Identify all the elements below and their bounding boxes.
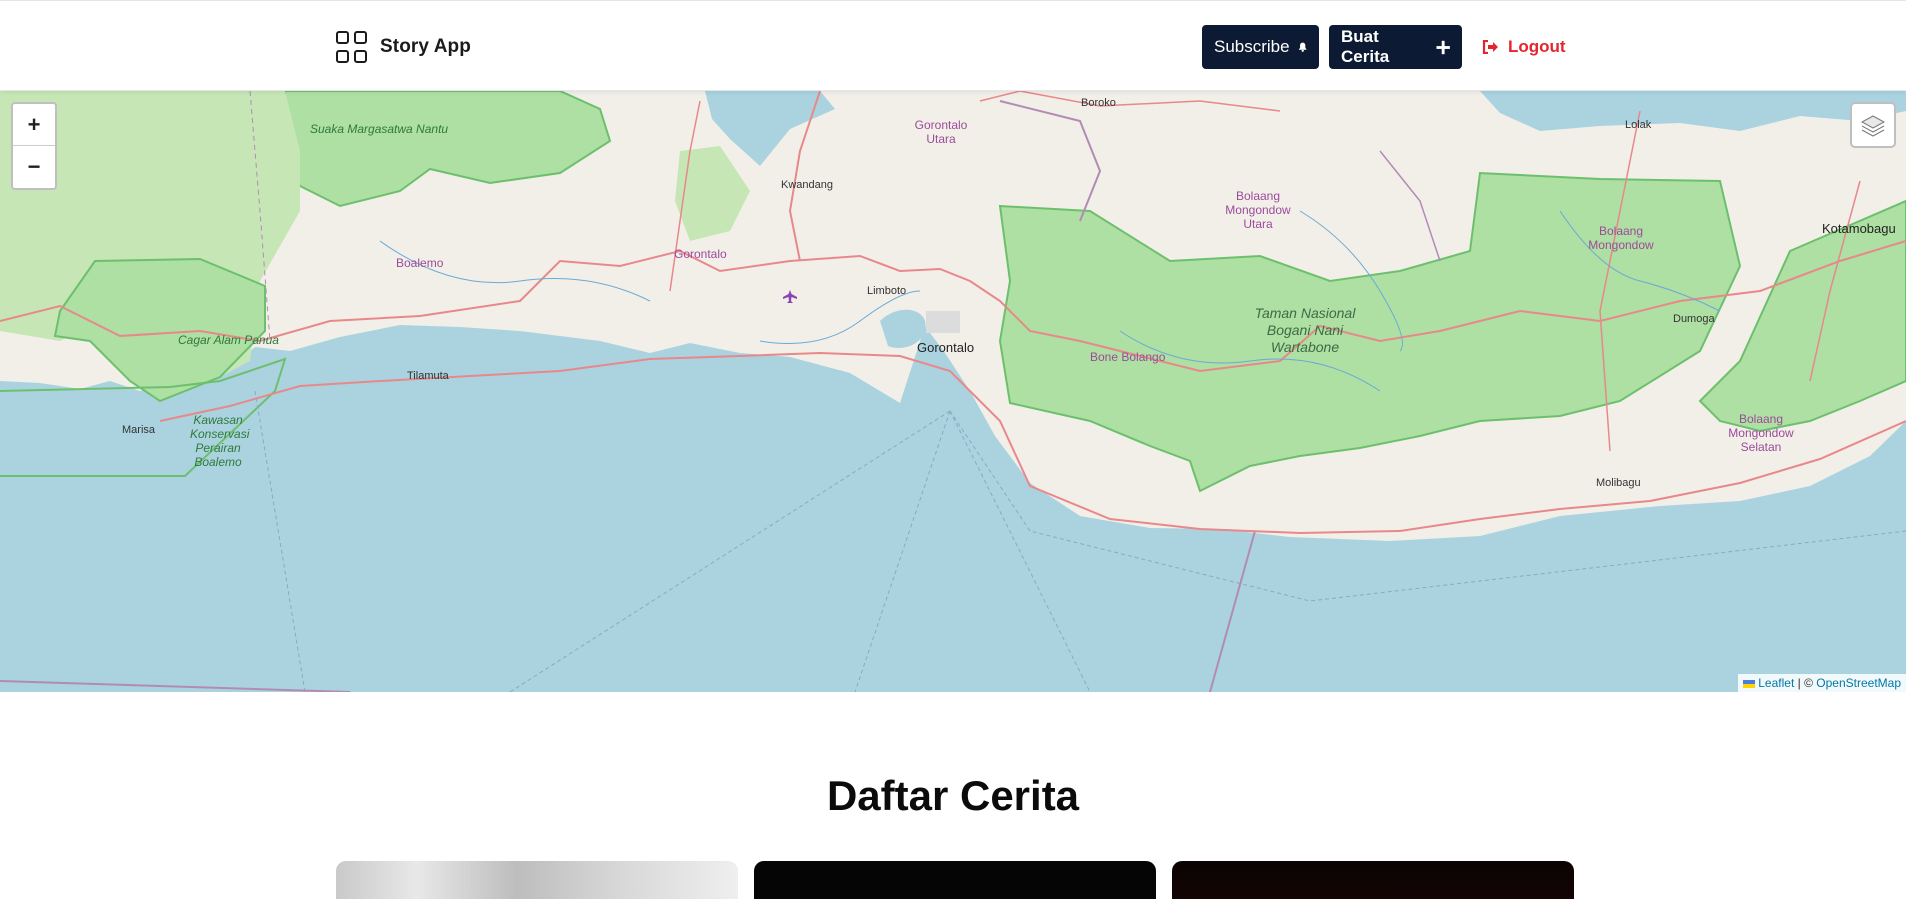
map-label-bolmong: Bolaang Mongondow [1588, 224, 1654, 252]
ukraine-flag-icon [1743, 680, 1756, 688]
map-label-dumoga: Dumoga [1673, 313, 1715, 325]
brand[interactable]: Story App [336, 31, 471, 63]
map-label-boroko: Boroko [1081, 97, 1116, 109]
create-story-button[interactable]: Buat Cerita [1329, 25, 1462, 69]
map-tiles [0, 91, 1906, 692]
map-label-marisa: Marisa [122, 424, 156, 436]
layers-button[interactable] [1850, 102, 1896, 148]
story-list [336, 861, 1574, 899]
map-label-bolmong-selatan: Bolaang Mongondow Selatan [1728, 412, 1794, 454]
subscribe-button[interactable]: Subscribe [1202, 25, 1319, 69]
map-label-tilamuta: Tilamuta [407, 370, 449, 382]
layers-icon [1860, 115, 1886, 137]
story-card-image[interactable] [1172, 861, 1574, 899]
map-label-kwandang: Kwandang [781, 179, 833, 191]
plus-icon [1436, 40, 1450, 54]
attribution-separator: | [1797, 676, 1801, 690]
leaflet-link[interactable]: Leaflet [1758, 676, 1794, 690]
brand-title: Story App [380, 36, 471, 57]
map-label-bolmong-utara: Bolaang Mongondow Utara [1225, 189, 1291, 231]
create-story-label: Buat Cerita [1341, 27, 1390, 66]
bell-icon [1298, 42, 1307, 52]
map-label-gorontalo-region: Gorontalo [674, 247, 727, 261]
map-label-gorontalo-utara: Gorontalo Utara [914, 118, 968, 146]
header-nav: Subscribe Buat Cerita Logout [1202, 25, 1566, 69]
map-label-boalemo: Boalemo [396, 256, 444, 270]
zoom-out-button[interactable]: − [13, 146, 55, 188]
map-label-kawasan: Kawasan Konservasi Perairan Boalemo [190, 413, 250, 469]
subscribe-label: Subscribe [1214, 37, 1290, 56]
map-label-suaka: Suaka Margasatwa Nantu [310, 122, 449, 136]
section-title: Daftar Cerita [826, 772, 1080, 819]
logout-label: Logout [1508, 37, 1566, 56]
map-label-cagar: Cagar Alam Panua [178, 333, 279, 347]
story-card-image[interactable] [754, 861, 1156, 899]
map-label-gorontalo-city: Gorontalo [917, 340, 975, 355]
map-label-taman: Taman Nasional Bogani Nani Wartabone [1254, 305, 1356, 355]
logout-icon [1482, 40, 1498, 54]
map-label-molibagu: Molibagu [1596, 477, 1641, 489]
app-header: Story App Subscribe Buat Cerita Logout [0, 0, 1906, 91]
story-map[interactable]: Suaka Margasatwa Nantu Boalemo Cagar Ala… [0, 91, 1906, 692]
map-label-bone-bolango: Bone Bolango [1090, 350, 1166, 364]
attribution-copyright: © [1804, 676, 1813, 690]
zoom-control: + − [11, 102, 57, 190]
grid-icon [336, 31, 368, 63]
story-card-image[interactable] [336, 861, 738, 899]
osm-link[interactable]: OpenStreetMap [1816, 676, 1901, 690]
logout-button[interactable]: Logout [1482, 37, 1566, 57]
map-attribution: Leaflet | © OpenStreetMap [1738, 674, 1906, 692]
map-label-kotamobagu: Kotamobagu [1822, 221, 1896, 236]
zoom-in-button[interactable]: + [13, 104, 55, 146]
map-label-limboto: Limboto [867, 285, 907, 297]
map-label-lolak: Lolak [1625, 119, 1652, 131]
